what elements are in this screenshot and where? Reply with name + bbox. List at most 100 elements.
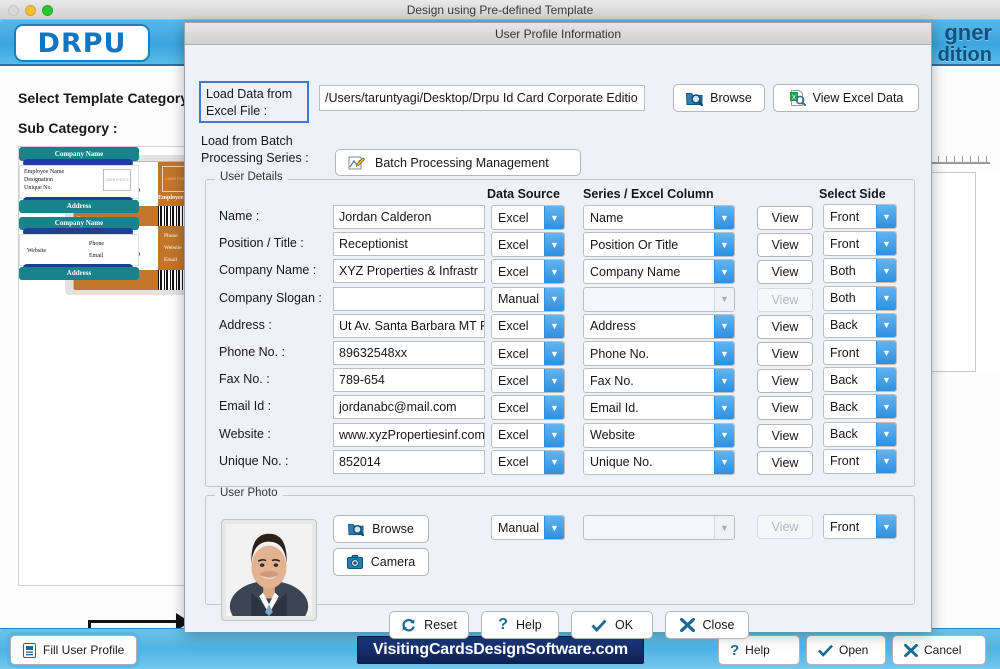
row-data-source-value-1: Excel [498, 238, 529, 252]
row-data-source-select-8[interactable]: Excel▼ [491, 423, 565, 448]
chevron-down-icon: ▼ [876, 205, 896, 228]
row-select-side-2[interactable]: Both▼ [823, 258, 897, 283]
row-series-select-8[interactable]: Website▼ [583, 423, 735, 448]
row-data-source-select-1[interactable]: Excel▼ [491, 232, 565, 257]
row-value-input-1[interactable]: Receptionist [333, 232, 485, 256]
row-data-source-select-3[interactable]: Manual▼ [491, 287, 565, 312]
browse-excel-button[interactable]: Browse [673, 84, 765, 112]
user-profile-dialog: User Profile Information Load Data from … [184, 22, 932, 632]
batch-processing-label: Batch Processing Management [375, 156, 549, 170]
chevron-down-icon: ▼ [876, 423, 896, 446]
row-data-source-select-9[interactable]: Excel▼ [491, 450, 565, 475]
photo-camera-button[interactable]: Camera [333, 548, 429, 576]
question-mark-icon: ? [498, 617, 508, 633]
row-series-select-9[interactable]: Unique No.▼ [583, 450, 735, 475]
row-view-button-1[interactable]: View [757, 233, 813, 257]
row-data-source-select-6[interactable]: Excel▼ [491, 368, 565, 393]
row-series-select-7[interactable]: Email Id.▼ [583, 395, 735, 420]
photo-series-select[interactable]: ▼ [583, 515, 735, 540]
row-select-side-value-3: Both [830, 291, 856, 305]
drpu-logo: DRPU [16, 26, 148, 60]
batch-series-label-line2: Processing Series : [201, 150, 309, 167]
row-value-input-7[interactable]: jordanabc@mail.com [333, 395, 485, 419]
row-value-input-0[interactable]: Jordan Calderon [333, 205, 485, 229]
chevron-down-icon: ▼ [714, 288, 734, 311]
row-series-select-2[interactable]: Company Name▼ [583, 259, 735, 284]
dialog-title: User Profile Information [185, 23, 931, 45]
row-value-input-3[interactable] [333, 287, 485, 311]
row-select-side-3[interactable]: Both▼ [823, 286, 897, 311]
chevron-down-icon: ▼ [876, 232, 896, 255]
row-select-side-8[interactable]: Back▼ [823, 422, 897, 447]
template-thumbnail-2[interactable]: Company Name Employee Name Designation U… [19, 147, 147, 297]
row-series-select-0[interactable]: Name▼ [583, 205, 735, 230]
row-value-input-8[interactable]: www.xyzPropertiesinf.com [333, 423, 485, 447]
row-series-select-6[interactable]: Fax No.▼ [583, 368, 735, 393]
photo-side-select[interactable]: Front ▼ [823, 514, 897, 539]
row-series-select-5[interactable]: Phone No.▼ [583, 341, 735, 366]
check-icon [818, 644, 833, 657]
row-view-button-0[interactable]: View [757, 206, 813, 230]
row-series-value-7: Email Id. [590, 401, 639, 415]
row-view-button-2[interactable]: View [757, 260, 813, 284]
row-view-button-7[interactable]: View [757, 396, 813, 420]
dialog-footer: Reset ? Help OK [185, 605, 933, 645]
excel-search-icon: X [789, 90, 806, 106]
row-select-side-value-5: Front [830, 346, 859, 360]
row-data-source-value-4: Excel [498, 319, 529, 333]
reset-button[interactable]: Reset [389, 611, 469, 639]
design-canvas-secondary[interactable] [975, 172, 1000, 372]
row-label-0: Name : [219, 209, 259, 223]
dialog-help-button[interactable]: ? Help [481, 611, 559, 639]
row-select-side-5[interactable]: Front▼ [823, 340, 897, 365]
row-value-input-5[interactable]: 89632548xx [333, 341, 485, 365]
folder-search-icon [348, 522, 364, 536]
row-select-side-7[interactable]: Back▼ [823, 394, 897, 419]
row-select-side-6[interactable]: Back▼ [823, 367, 897, 392]
chevron-down-icon: ▼ [544, 315, 564, 338]
row-view-button-4[interactable]: View [757, 315, 813, 339]
row-data-source-select-7[interactable]: Excel▼ [491, 395, 565, 420]
row-series-select-1[interactable]: Position Or Title▼ [583, 232, 735, 257]
row-view-button-3[interactable]: View [757, 288, 813, 312]
photo-view-button[interactable]: View [757, 515, 813, 539]
close-button[interactable]: Close [665, 611, 749, 639]
row-value-input-2[interactable]: XYZ Properties & Infrastr [333, 259, 485, 283]
photo-view-label: View [772, 520, 799, 534]
photo-side-value: Front [830, 520, 859, 534]
photo-data-source-select[interactable]: Manual ▼ [491, 515, 565, 540]
row-data-source-select-0[interactable]: Excel▼ [491, 205, 565, 230]
row-data-source-select-5[interactable]: Excel▼ [491, 341, 565, 366]
row-data-source-select-4[interactable]: Excel ▼ [491, 314, 565, 339]
row-select-side-value-9: Front [830, 454, 859, 468]
t2-phone: Phone [89, 240, 104, 248]
ok-button[interactable]: OK [571, 611, 653, 639]
row-select-side-9[interactable]: Front▼ [823, 449, 897, 474]
window-titlebar: Design using Pre-defined Template [0, 0, 1000, 20]
row-series-select-4[interactable]: Address▼ [583, 314, 735, 339]
banner-title-line2: dition [938, 44, 992, 66]
batch-processing-button[interactable]: Batch Processing Management [335, 149, 581, 176]
row-view-button-8[interactable]: View [757, 424, 813, 448]
ok-label: OK [615, 618, 633, 632]
view-excel-data-button[interactable]: X View Excel Data [773, 84, 919, 112]
row-view-button-9[interactable]: View [757, 451, 813, 475]
row-view-button-5[interactable]: View [757, 342, 813, 366]
row-select-side-0[interactable]: Front▼ [823, 204, 897, 229]
row-select-side-1[interactable]: Front▼ [823, 231, 897, 256]
row-series-value-4: Address [590, 319, 636, 333]
fill-user-profile-button[interactable]: Fill User Profile [10, 635, 137, 665]
chevron-down-icon: ▼ [714, 451, 734, 474]
row-value-input-6[interactable]: 789-654 [333, 368, 485, 392]
row-series-select-3[interactable]: ▼ [583, 287, 735, 312]
row-view-button-6[interactable]: View [757, 369, 813, 393]
excel-path-input[interactable]: /Users/taruntyagi/Desktop/Drpu Id Card C… [319, 85, 645, 111]
row-select-side-4[interactable]: Back▼ [823, 313, 897, 338]
row-data-source-select-2[interactable]: Excel▼ [491, 259, 565, 284]
profile-card-icon [23, 643, 36, 658]
template-list[interactable]: Company Name slogan here USER PHOTO Empl… [18, 146, 194, 586]
photo-browse-button[interactable]: Browse [333, 515, 429, 543]
row-value-input-9[interactable]: 852014 [333, 450, 485, 474]
row-value-input-4[interactable]: Ut Av. Santa Barbara MT F [333, 314, 485, 338]
row-select-side-value-7: Back [830, 400, 858, 414]
